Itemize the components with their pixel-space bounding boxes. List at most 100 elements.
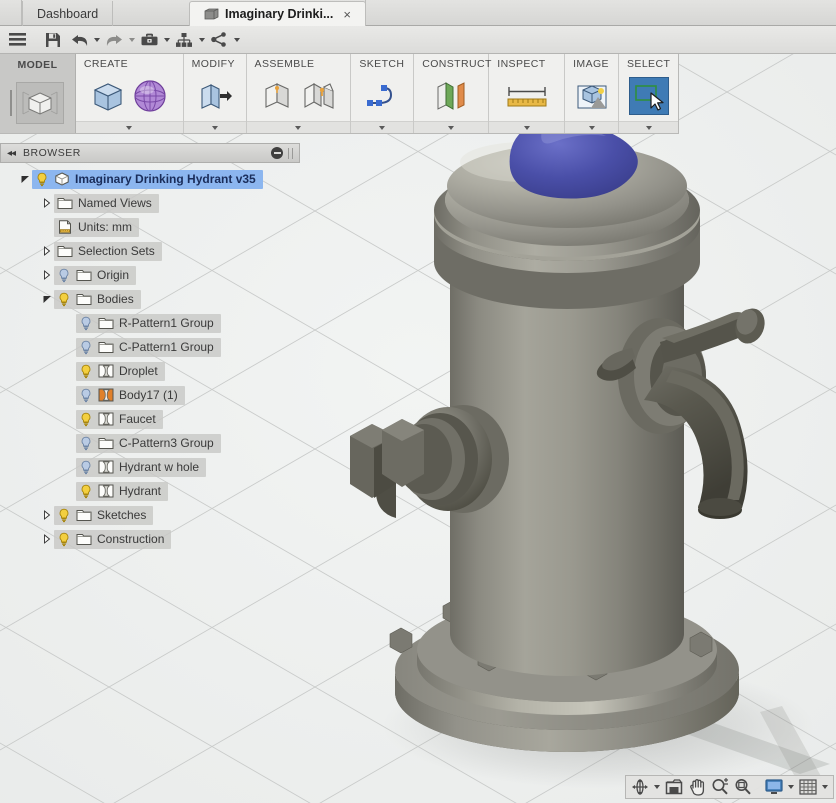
redo-caret-icon[interactable] — [127, 27, 136, 53]
tree-node[interactable]: Hydrant w hole — [0, 455, 310, 479]
tree-node[interactable]: Sketches — [0, 503, 310, 527]
hydrant-3d-model[interactable] — [330, 114, 836, 803]
select-arrow-icon[interactable] — [629, 77, 669, 115]
lightbulb-off-icon[interactable] — [79, 460, 93, 475]
tree-node[interactable]: Body17 (1) — [0, 383, 310, 407]
tree-node[interactable]: Bodies — [0, 287, 310, 311]
sitemap-caret-icon[interactable] — [197, 27, 206, 53]
tree-node-label-wrap[interactable]: Hydrant — [76, 482, 168, 501]
lightbulb-on-icon[interactable] — [79, 364, 93, 379]
grid-caret-icon[interactable] — [820, 776, 830, 798]
inspect-panel-expand[interactable] — [489, 121, 564, 133]
workspace-selector[interactable]: MODEL — [0, 54, 76, 133]
tree-node-label-wrap[interactable]: R-Pattern1 Group — [76, 314, 221, 333]
share-caret-icon[interactable] — [232, 27, 241, 53]
tree-node-selected[interactable]: Imaginary Drinking Hydrant v35 — [32, 170, 263, 189]
tree-node[interactable]: Droplet — [0, 359, 310, 383]
tree-node[interactable]: Named Views — [0, 191, 310, 215]
tree-node-label-wrap[interactable]: C-Pattern1 Group — [76, 338, 221, 357]
redo-icon[interactable] — [101, 27, 127, 53]
tree-node-label-wrap[interactable]: Body17 (1) — [76, 386, 185, 405]
undo-caret-icon[interactable] — [92, 27, 101, 53]
tree-node[interactable]: Origin — [0, 263, 310, 287]
sketch-panel-expand[interactable] — [351, 121, 413, 133]
share-icon[interactable] — [206, 27, 232, 53]
orbit-caret-icon[interactable] — [652, 776, 662, 798]
lightbulb-off-icon[interactable] — [57, 268, 71, 283]
save-icon[interactable] — [40, 27, 66, 53]
tree-node[interactable]: C-Pattern3 Group — [0, 431, 310, 455]
display-icon[interactable] — [763, 776, 785, 798]
undo-icon[interactable] — [66, 27, 92, 53]
lightbulb-on-icon[interactable] — [79, 412, 93, 427]
tree-node-label-wrap[interactable]: Droplet — [76, 362, 165, 381]
chevron-right-icon[interactable] — [40, 263, 54, 287]
tree-node-label-wrap[interactable]: Hydrant w hole — [76, 458, 206, 477]
construct-panel-expand[interactable] — [414, 121, 488, 133]
modify-panel-expand[interactable] — [184, 121, 246, 133]
tab-imaginary-drinking-hydrant[interactable]: Imaginary Drinki... × — [189, 1, 366, 26]
orbit-icon[interactable] — [629, 776, 651, 798]
fit-icon[interactable] — [732, 776, 754, 798]
image-panel-expand[interactable] — [565, 121, 618, 133]
browser-minimize-icon[interactable] — [271, 147, 283, 159]
model-cube-icon[interactable] — [16, 82, 64, 124]
tree-node[interactable]: R-Pattern1 Group — [0, 311, 310, 335]
sitemap-icon[interactable] — [171, 27, 197, 53]
lightbulb-on-icon[interactable] — [57, 292, 71, 307]
chevron-right-icon[interactable] — [40, 239, 54, 263]
image-canvas-icon[interactable] — [572, 76, 612, 116]
chevron-down-icon[interactable] — [40, 287, 54, 311]
chevron-right-icon[interactable] — [40, 503, 54, 527]
tree-node[interactable]: Construction — [0, 527, 310, 551]
tree-node-label-wrap[interactable]: C-Pattern3 Group — [76, 434, 221, 453]
tree-node-label-wrap[interactable]: Sketches — [54, 506, 153, 525]
lightbulb-on-icon[interactable] — [79, 484, 93, 499]
lightbulb-off-icon[interactable] — [79, 340, 93, 355]
tree-node[interactable]: Faucet — [0, 407, 310, 431]
press-pull-icon[interactable] — [195, 76, 235, 116]
zoom-icon[interactable] — [709, 776, 731, 798]
toolbox-icon[interactable] — [136, 27, 162, 53]
look-at-icon[interactable] — [663, 776, 685, 798]
lightbulb-on-icon[interactable] — [57, 508, 71, 523]
joint-icon[interactable] — [299, 76, 339, 116]
tab-close-icon[interactable]: × — [343, 7, 351, 22]
lightbulb-on-icon[interactable] — [57, 532, 71, 547]
measure-ruler-icon[interactable] — [505, 76, 549, 116]
grid-icon[interactable] — [797, 776, 819, 798]
display-caret-icon[interactable] — [786, 776, 796, 798]
create-panel-expand[interactable] — [76, 121, 183, 133]
tree-node-label-wrap[interactable]: Selection Sets — [54, 242, 162, 261]
hamburger-icon[interactable] — [4, 27, 30, 53]
toolbox-caret-icon[interactable] — [162, 27, 171, 53]
offset-plane-icon[interactable] — [431, 76, 471, 116]
lightbulb-off-icon[interactable] — [79, 316, 93, 331]
lightbulb-off-icon[interactable] — [79, 436, 93, 451]
spline-icon[interactable] — [362, 76, 402, 116]
tree-node-label-wrap[interactable]: Origin — [54, 266, 136, 285]
tree-node[interactable]: Selection Sets — [0, 239, 310, 263]
tree-node-label-wrap[interactable]: Named Views — [54, 194, 159, 213]
tree-node[interactable]: C-Pattern1 Group — [0, 335, 310, 359]
tree-node[interactable]: Units: mm — [0, 215, 310, 239]
tree-node[interactable]: Hydrant — [0, 479, 310, 503]
chevron-right-icon[interactable] — [40, 191, 54, 215]
sculpt-sphere-icon[interactable] — [130, 76, 170, 116]
chevron-right-icon[interactable] — [40, 527, 54, 551]
browser-collapse-icon[interactable]: ◂◂ — [7, 148, 15, 159]
box-icon[interactable] — [88, 76, 128, 116]
tab-dashboard[interactable]: Dashboard — [22, 1, 113, 26]
lightbulb-on-icon[interactable] — [35, 172, 49, 187]
chevron-down-icon[interactable] — [18, 167, 32, 191]
lightbulb-off-icon[interactable] — [79, 388, 93, 403]
tree-node-label-wrap[interactable]: Construction — [54, 530, 171, 549]
browser-resize-grip[interactable] — [288, 148, 293, 159]
tree-node-label-wrap[interactable]: Units: mm — [54, 218, 139, 237]
tree-node-label-wrap[interactable]: Bodies — [54, 290, 141, 309]
select-panel-expand[interactable] — [619, 121, 678, 133]
pan-hand-icon[interactable] — [686, 776, 708, 798]
assemble-panel-expand[interactable] — [247, 121, 351, 133]
tree-node[interactable]: Imaginary Drinking Hydrant v35 — [0, 167, 310, 191]
tree-node-label-wrap[interactable]: Faucet — [76, 410, 163, 429]
